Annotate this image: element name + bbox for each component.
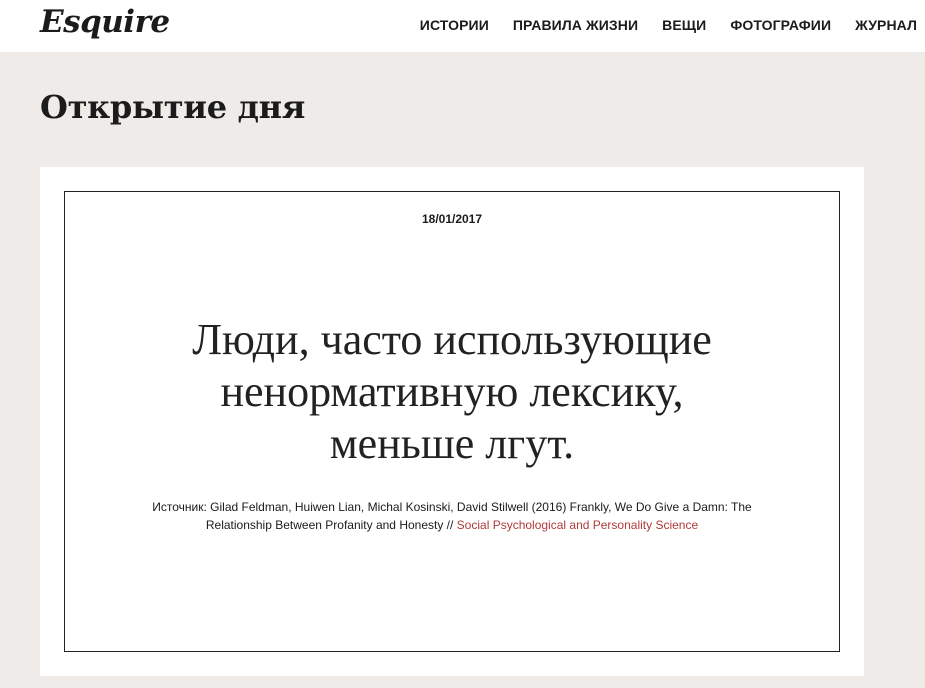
nav-item-things[interactable]: ВЕЩИ: [662, 17, 706, 33]
publish-date: 18/01/2017: [421, 212, 483, 226]
card-frame: 18/01/2017 Люди, часто использующие нено…: [64, 191, 840, 652]
headline-line: меньше лгут.: [329, 419, 575, 468]
site-header: Esquire ИСТОРИИ ПРАВИЛА ЖИЗНИ ВЕЩИ ФОТОГ…: [0, 0, 925, 52]
esquire-logo[interactable]: Esquire: [40, 4, 170, 40]
nav-item-magazine[interactable]: ЖУРНАЛ: [855, 17, 917, 33]
source-journal-link[interactable]: Social Psychological and Personality Sci…: [457, 518, 698, 532]
source-citation: Источник: Gilad Feldman, Huiwen Lian, Mi…: [125, 498, 779, 534]
headline: Люди, часто использующие ненормативную л…: [105, 314, 799, 470]
headline-line: Люди, часто использующие: [192, 315, 712, 364]
nav-item-photos[interactable]: ФОТОГРАФИИ: [730, 17, 831, 33]
main-nav: ИСТОРИИ ПРАВИЛА ЖИЗНИ ВЕЩИ ФОТОГРАФИИ ЖУ…: [420, 17, 917, 33]
page-title: Открытие дня: [40, 88, 306, 126]
nav-item-stories[interactable]: ИСТОРИИ: [420, 17, 489, 33]
discovery-card: 18/01/2017 Люди, часто использующие нено…: [40, 167, 864, 676]
nav-item-rules-of-life[interactable]: ПРАВИЛА ЖИЗНИ: [513, 17, 638, 33]
headline-line: ненормативную лексику,: [220, 367, 684, 416]
